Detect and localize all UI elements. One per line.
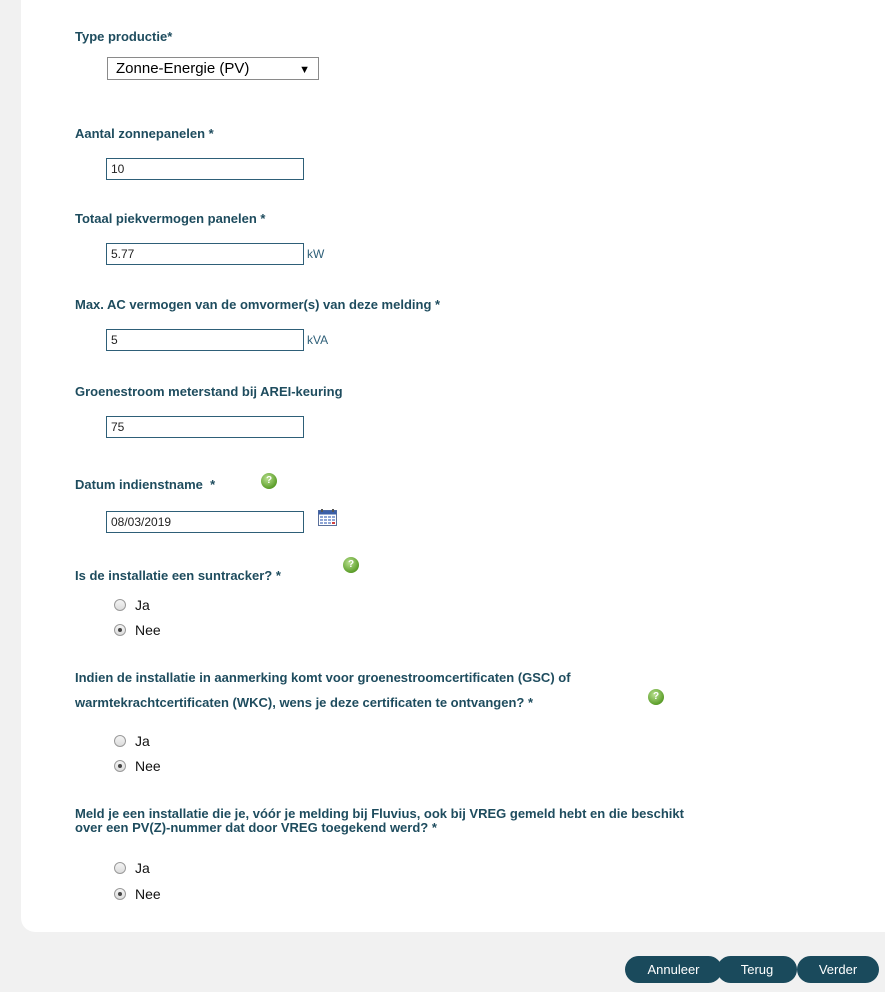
suntracker-option-nee[interactable]: Nee <box>114 620 161 640</box>
terug-button[interactable]: Terug <box>717 956 797 983</box>
kva-unit: kVA <box>307 333 329 347</box>
kw-unit: kW <box>307 247 325 261</box>
radio-button[interactable] <box>114 735 126 747</box>
certificaten-option-nee[interactable]: Nee <box>114 756 161 776</box>
max-ac-vermogen-input[interactable] <box>106 329 304 351</box>
totaal-piekvermogen-input[interactable] <box>106 243 304 265</box>
groenestroom-meterstand-input[interactable] <box>106 416 304 438</box>
totaal-piekvermogen-label: Totaal piekvermogen panelen * <box>75 211 266 226</box>
help-question-icon[interactable]: ? <box>261 473 277 489</box>
radio-button[interactable] <box>114 888 126 900</box>
radio-button[interactable] <box>114 624 126 636</box>
triangle-down-icon: ▼ <box>299 64 310 76</box>
type-productie-select[interactable]: Zonne-Energie (PV) ▼ <box>107 57 319 80</box>
certificaten-label-line2: warmtekrachtcertificaten (WKC), wens je … <box>75 695 534 710</box>
radio-label: Nee <box>135 886 161 902</box>
suntracker-label: Is de installatie een suntracker? * <box>75 568 281 583</box>
radio-label: Ja <box>135 597 150 613</box>
datum-indienstname-label: Datum indienstname * <box>75 477 216 492</box>
radio-label: Ja <box>135 733 150 749</box>
type-productie-selected: Zonne-Energie (PV) <box>116 60 250 77</box>
certificaten-option-ja[interactable]: Ja <box>114 731 150 751</box>
radio-label: Nee <box>135 758 161 774</box>
verder-button[interactable]: Verder <box>797 956 879 983</box>
vreg-option-nee[interactable]: Nee <box>114 884 161 904</box>
suntracker-option-ja[interactable]: Ja <box>114 595 150 615</box>
annuleer-button[interactable]: Annuleer <box>625 956 722 983</box>
radio-button[interactable] <box>114 599 126 611</box>
help-question-icon[interactable]: ? <box>648 689 664 705</box>
aantal-zonnepanelen-label: Aantal zonnepanelen * <box>75 126 214 141</box>
certificaten-label-line1: Indien de installatie in aanmerking komt… <box>75 670 571 685</box>
help-question-icon[interactable]: ? <box>343 557 359 573</box>
radio-label: Nee <box>135 622 161 638</box>
groenestroom-meterstand-label: Groenestroom meterstand bij AREI-keuring <box>75 384 343 399</box>
aantal-zonnepanelen-input[interactable] <box>106 158 304 180</box>
vreg-label-line2: over een PV(Z)-nummer dat door VREG toeg… <box>75 820 437 835</box>
datum-indienstname-input[interactable] <box>106 511 304 533</box>
radio-button[interactable] <box>114 862 126 874</box>
calendar-icon[interactable] <box>318 509 337 526</box>
max-ac-vermogen-label: Max. AC vermogen van de omvormer(s) van … <box>75 297 441 312</box>
vreg-option-ja[interactable]: Ja <box>114 858 150 878</box>
type-productie-label: Type productie* <box>75 29 173 44</box>
radio-button[interactable] <box>114 760 126 772</box>
radio-label: Ja <box>135 860 150 876</box>
